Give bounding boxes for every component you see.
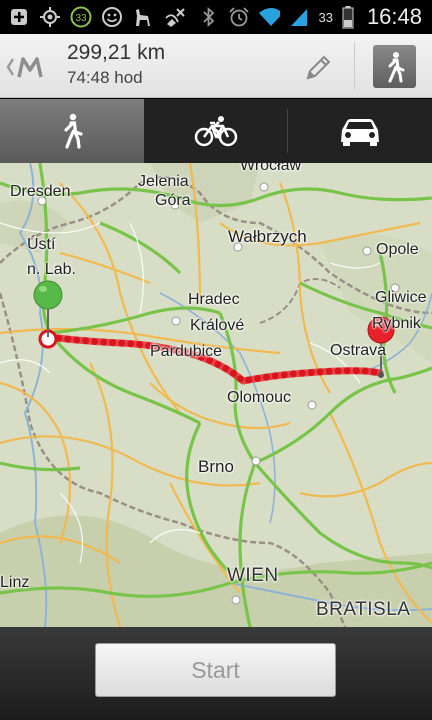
route-header: 299,21 km 74:48 hod	[0, 34, 432, 98]
smiley-icon	[101, 6, 123, 28]
map-label: Ústí	[27, 236, 56, 253]
wifi-icon	[258, 6, 281, 28]
map-label: Králové	[190, 317, 245, 334]
bicycle-icon	[194, 116, 238, 147]
map-label: Linz	[0, 574, 30, 591]
route-distance: 299,21 km	[67, 41, 166, 64]
map-label: Brno	[198, 457, 234, 476]
car-icon	[341, 119, 379, 146]
tab-driving[interactable]	[288, 99, 432, 163]
map-label: Wałbrzych	[228, 227, 307, 246]
map-label: Hradec	[188, 291, 240, 308]
travel-mode-tabs	[0, 99, 432, 163]
battery-icon	[337, 6, 359, 29]
travel-mode-button[interactable]	[373, 45, 416, 88]
tab-bicycling[interactable]	[144, 99, 288, 163]
map-label: n. Lab.	[27, 261, 76, 278]
map-label: WIEN	[227, 565, 279, 586]
map-label: Rybnik	[372, 315, 421, 332]
counter-badge-icon: 33	[70, 6, 92, 28]
map-label: Jelenia	[138, 173, 189, 190]
map-label: Ostrava	[330, 342, 387, 359]
map-label: Opole	[376, 241, 419, 258]
bluetooth-icon	[198, 6, 220, 28]
add-notification-icon	[8, 6, 30, 28]
back-to-maps-button[interactable]	[5, 53, 49, 81]
map-label: BRATISLA	[316, 599, 411, 620]
map-label: Pardubice	[150, 343, 223, 360]
clock: 16:48	[366, 4, 422, 29]
map-label: Olomouc	[227, 389, 292, 406]
edit-route-icon[interactable]	[304, 52, 334, 82]
map-label: Gliwice	[375, 289, 427, 306]
map-base	[0, 163, 432, 627]
battery-percent: 33	[318, 9, 333, 25]
route-duration: 74:48 hod	[67, 68, 143, 87]
header-divider	[354, 42, 355, 90]
gps-icon	[39, 6, 61, 28]
llama-icon	[132, 6, 154, 28]
walking-icon	[64, 113, 83, 149]
maps-back-icon	[6, 57, 43, 78]
satellite-off-icon	[163, 6, 185, 28]
map-label: Góra	[155, 192, 191, 209]
alarm-icon	[228, 6, 250, 28]
route-map[interactable]: Dresden Jelenia Góra Wrocław Ústí n. Lab…	[0, 163, 432, 627]
signal-icon	[288, 6, 310, 28]
bottom-bar: Start	[0, 627, 432, 720]
start-navigation-button[interactable]: Start	[95, 643, 336, 697]
walking-icon	[388, 51, 404, 82]
map-label: Dresden	[10, 183, 71, 200]
svg-text:33: 33	[75, 13, 87, 24]
tab-walking[interactable]	[0, 99, 144, 163]
map-label: Wrocław	[240, 163, 302, 174]
status-bar: 33 33 16:48	[0, 0, 432, 34]
